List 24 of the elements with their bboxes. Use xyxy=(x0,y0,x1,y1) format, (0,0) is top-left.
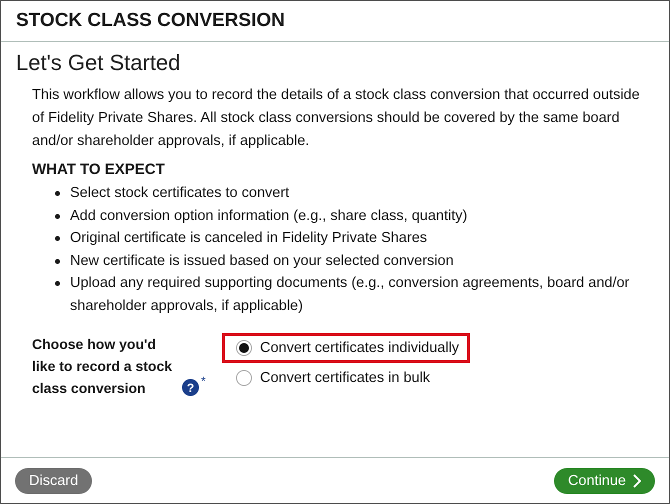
question-label: Choose how you'd like to record a stock class conversion xyxy=(32,335,174,398)
bullet-icon xyxy=(55,281,60,286)
list-item: Add conversion option information (e.g., share class, quantity) xyxy=(70,206,468,226)
list-item: New certificate is issued based on your selected conversion xyxy=(70,252,454,270)
list-heading: WHAT TO EXPECT xyxy=(32,161,166,178)
radio-button[interactable] xyxy=(236,340,252,356)
list-item: Upload any required supporting documents (e.g., conversion agreements, board and/or shareholder approvals, if applicable) xyxy=(70,274,630,316)
discard-button[interactable]: Discard xyxy=(15,468,92,494)
radio-button[interactable] xyxy=(236,370,252,386)
bullet-icon xyxy=(55,258,60,264)
list-item: Select stock certificates to convert xyxy=(70,184,290,203)
list-item: Original certificate is canceled in Fidelity Private Shares xyxy=(70,229,428,248)
required-mark: * xyxy=(201,375,206,387)
bullet-icon xyxy=(55,236,60,241)
chevron-icon xyxy=(632,474,641,488)
continue-button[interactable]: Continue xyxy=(554,468,655,494)
help-icon[interactable]: ? xyxy=(182,379,199,396)
intro-text: This workflow allows you to record the details of a stock class conversion that occurred outside of Fidelity Private Shares. All stock class conversions should be covered by the same board and/or shareholder approvals, if applicable. xyxy=(32,86,641,151)
bullet-icon xyxy=(55,214,60,218)
highlighted-option[interactable]: Convert certificates individually xyxy=(222,333,470,363)
dialog-title: STOCK CLASS CONVERSION xyxy=(16,10,285,32)
radio-option[interactable]: Convert certificates in bulk xyxy=(222,363,470,393)
section-heading: Let's Get Started xyxy=(16,50,182,76)
bullet-icon xyxy=(55,191,60,196)
